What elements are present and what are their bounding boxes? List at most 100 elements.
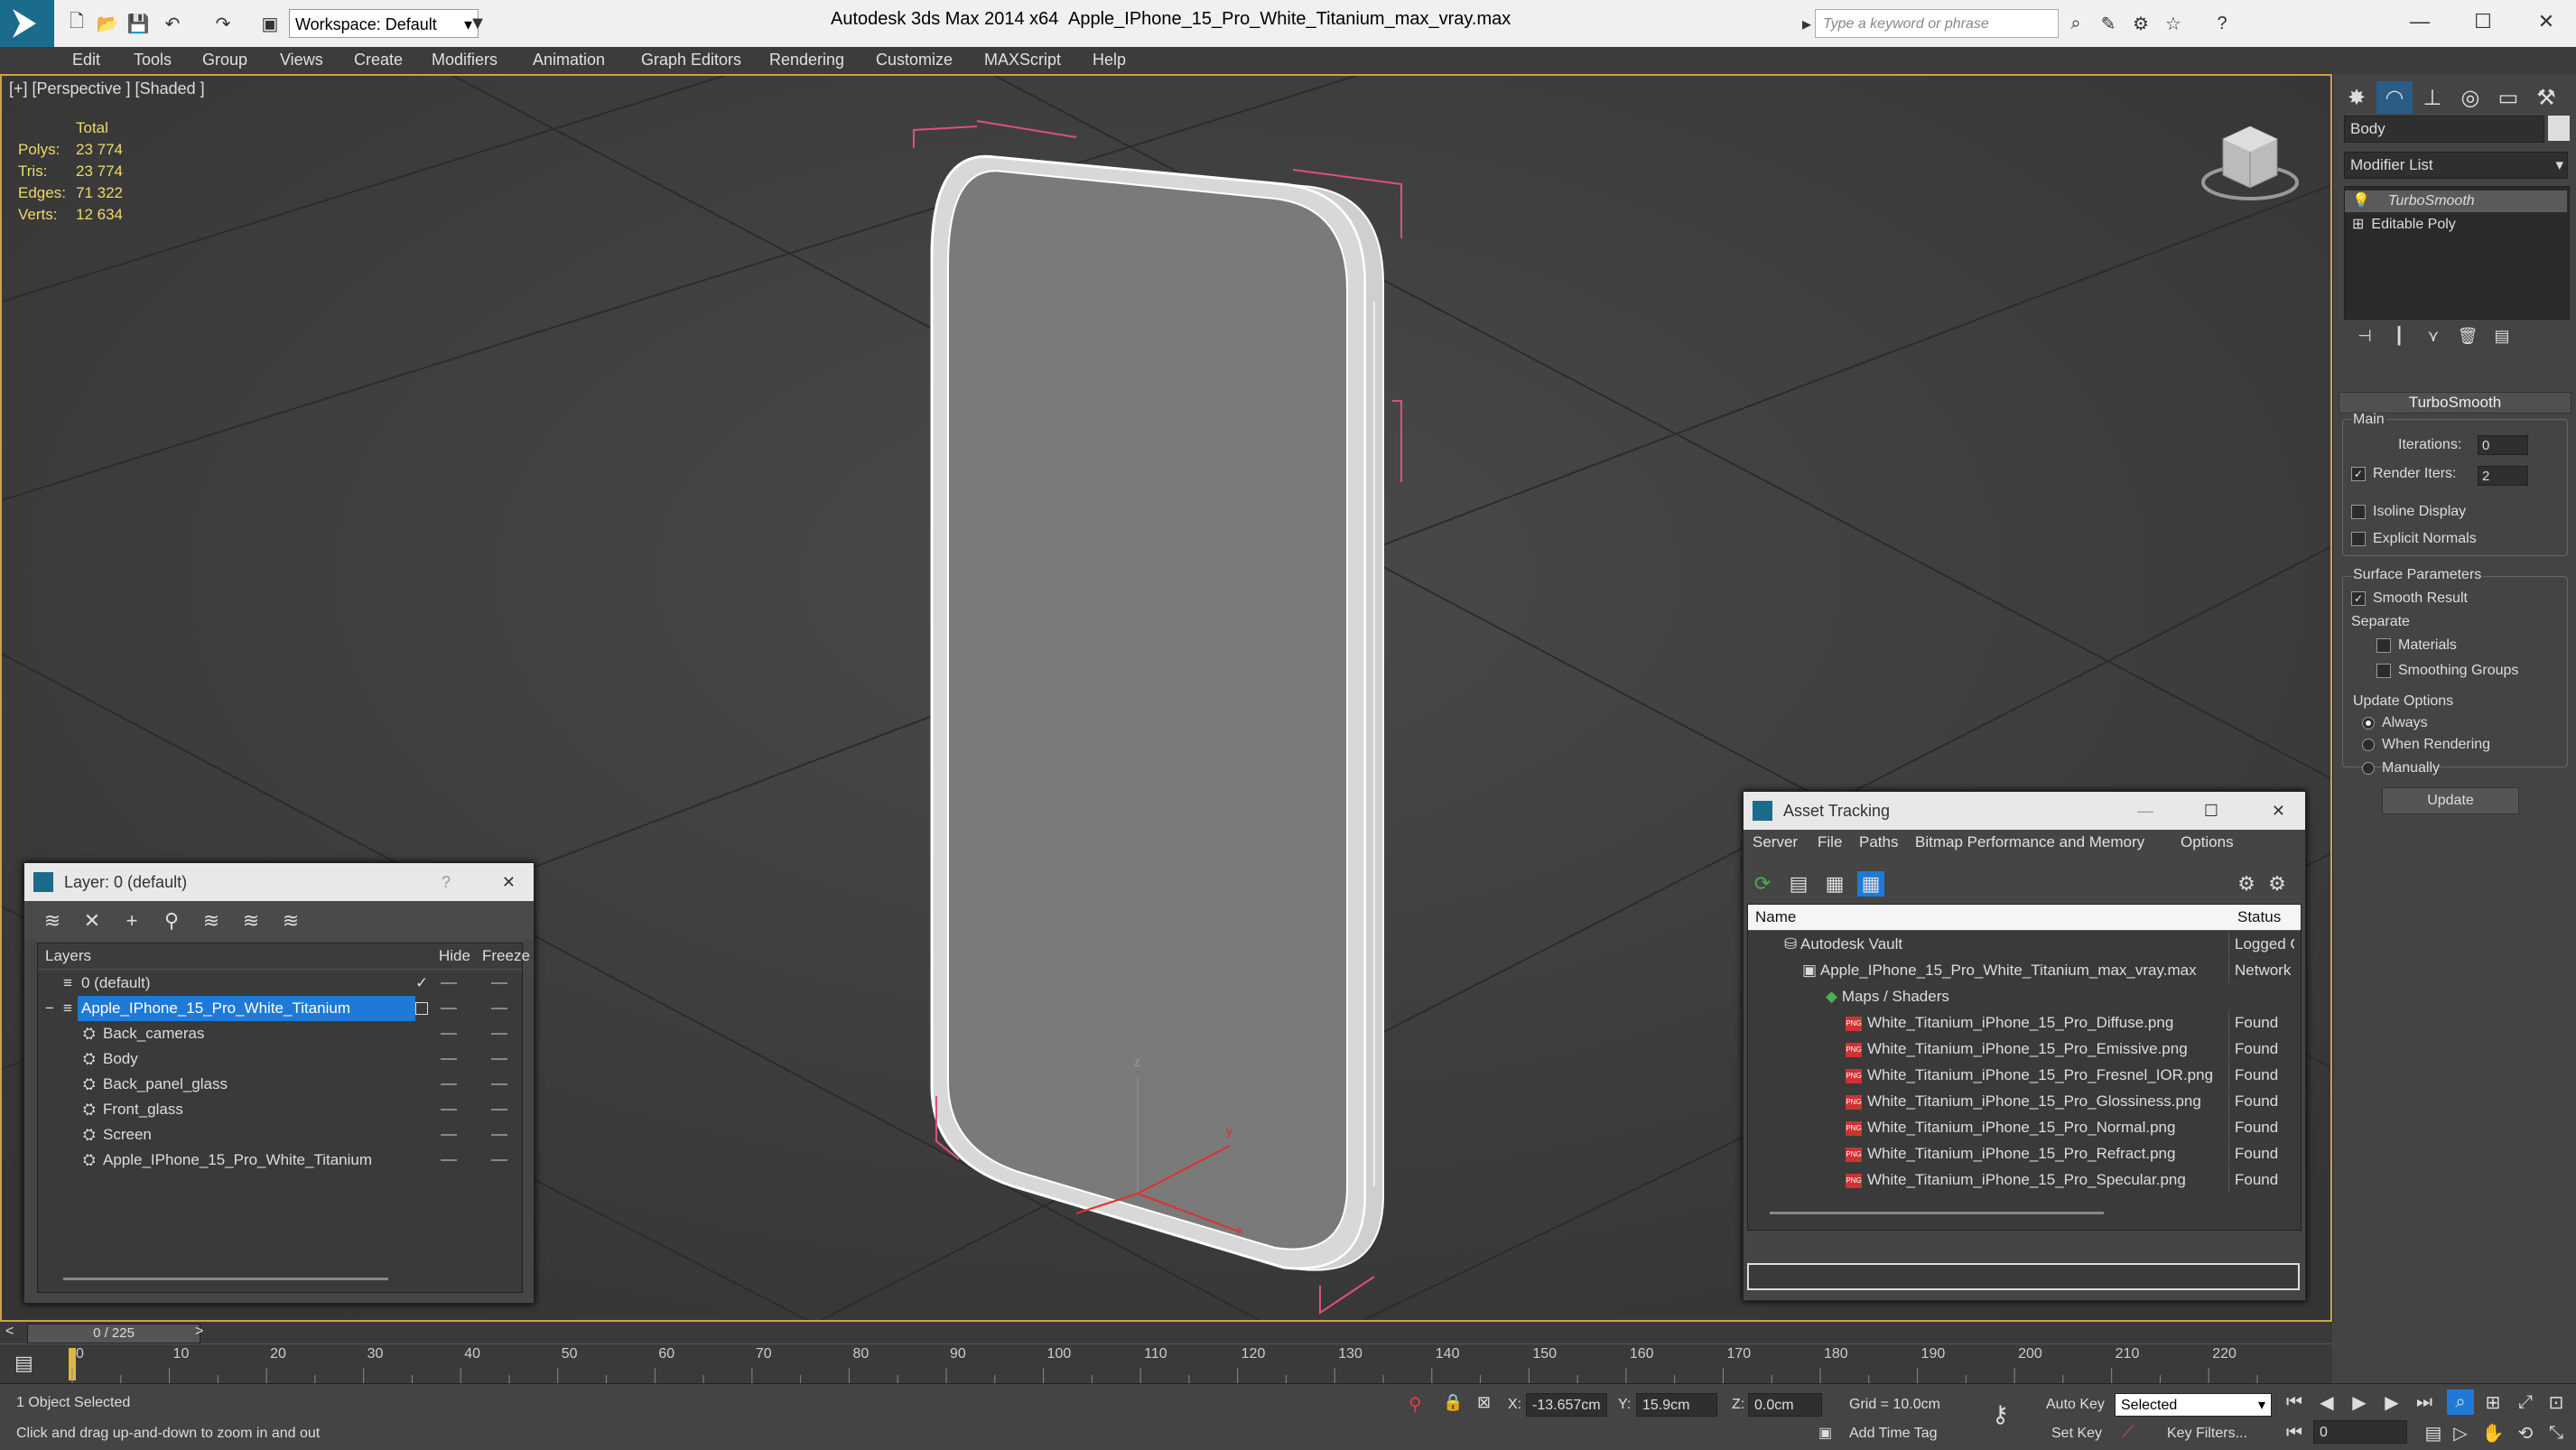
col-name[interactable]: Name: [1755, 905, 1796, 930]
tree-view-icon[interactable]: ▦: [1821, 871, 1848, 897]
favorites-star-icon[interactable]: ☆: [2162, 12, 2185, 35]
materials-row[interactable]: Materials: [2376, 637, 2457, 654]
key-filters-button[interactable]: Key Filters...: [2167, 1426, 2247, 1442]
track-bar[interactable]: ▤ 0 10 20 30 40 50 60 70 80 90 100 110 120 130 140 150 1…: [0, 1343, 2332, 1384]
freeze-toggle[interactable]: [491, 1159, 507, 1161]
hide-toggle[interactable]: [441, 1008, 457, 1009]
explicit-normals-checkbox[interactable]: [2351, 531, 2366, 546]
col-status[interactable]: Status: [2237, 905, 2281, 930]
show-end-result-icon[interactable]: ┃: [2385, 323, 2413, 349]
smooth-result-checkbox[interactable]: ✓: [2351, 590, 2366, 606]
highlight-layer-icon[interactable]: ≋: [198, 908, 225, 934]
asset-path-field[interactable]: [1747, 1263, 2300, 1290]
horizontal-scrollbar[interactable]: [1770, 1212, 2104, 1214]
smoothing-groups-checkbox[interactable]: [2376, 663, 2391, 678]
freeze-toggle[interactable]: [491, 1083, 507, 1085]
help-icon[interactable]: ?: [442, 863, 451, 901]
layer-row[interactable]: ⛭ Screen: [38, 1122, 525, 1148]
freeze-toggle[interactable]: [491, 1033, 507, 1035]
freeze-toggle[interactable]: [491, 1134, 507, 1136]
materials-checkbox[interactable]: [2376, 637, 2391, 653]
stack-item-editable-poly[interactable]: ⊞ Editable Poly: [2345, 214, 2567, 236]
modify-tab-icon[interactable]: ◠: [2376, 81, 2413, 114]
hide-toggle[interactable]: [441, 1033, 457, 1035]
go-to-end-icon[interactable]: ⏭: [2411, 1390, 2438, 1415]
menu-edit[interactable]: Edit: [72, 51, 100, 70]
expand-icon[interactable]: ⊞: [2352, 217, 2364, 232]
update-button[interactable]: Update: [2382, 787, 2519, 814]
binoculars-icon[interactable]: ⌕: [2064, 12, 2088, 35]
open-file-icon[interactable]: 📂: [96, 12, 119, 35]
isoline-display-checkbox[interactable]: [2351, 504, 2366, 519]
maximize-icon[interactable]: ☐: [2456, 5, 2510, 38]
smooth-result-row[interactable]: ✓ Smooth Result: [2351, 590, 2468, 607]
isolate-icon[interactable]: ⚲: [1409, 1393, 1422, 1416]
at-menu-paths[interactable]: Paths: [1859, 833, 1898, 851]
undo-icon[interactable]: ↶: [161, 12, 184, 35]
layer-row[interactable]: ⛭ Back_cameras: [38, 1021, 525, 1046]
create-tab-icon[interactable]: ✸: [2339, 81, 2375, 114]
at-menu-server[interactable]: Server: [1753, 833, 1798, 851]
menu-modifiers[interactable]: Modifiers: [432, 51, 498, 70]
y-coordinate-field[interactable]: 15.9cm: [1636, 1393, 1717, 1417]
highlight-editable-icon[interactable]: ⚙: [2264, 871, 2291, 897]
asset-row[interactable]: PNG White_Titanium_iPhone_15_Pro_Emissive…: [1748, 1036, 2294, 1063]
table-view-icon[interactable]: ▦: [1857, 871, 1884, 897]
x-coordinate-field[interactable]: -13.657cm: [1526, 1393, 1607, 1417]
render-iters-row[interactable]: ✓ Render Iters:: [2351, 466, 2456, 482]
chevron-down-icon[interactable]: ▼: [466, 12, 489, 35]
communication-center-icon[interactable]: ✎: [2097, 12, 2120, 35]
set-key-icon[interactable]: ⟋: [2122, 1422, 2134, 1443]
when-rendering-row[interactable]: When Rendering: [2362, 737, 2490, 753]
time-slider-next[interactable]: >: [195, 1324, 203, 1340]
isoline-display-row[interactable]: Isoline Display: [2351, 504, 2466, 520]
layer-row[interactable]: ≡ 0 (default) ✓: [38, 971, 525, 996]
render-iters-checkbox[interactable]: ✓: [2351, 466, 2366, 481]
freeze-toggle[interactable]: [491, 1058, 507, 1060]
maximize-icon[interactable]: ☐: [2204, 792, 2218, 830]
hide-all-icon[interactable]: ≋: [237, 908, 265, 934]
redo-icon[interactable]: ↷: [211, 12, 235, 35]
asset-row[interactable]: PNG White_Titanium_iPhone_15_Pro_Specular…: [1748, 1167, 2294, 1194]
layer-row[interactable]: ⛭ Apple_IPhone_15_Pro_White_Titanium: [38, 1148, 525, 1173]
menu-maxscript[interactable]: MAXScript: [984, 51, 1061, 70]
at-menu-options[interactable]: Options: [2181, 833, 2234, 851]
hide-toggle[interactable]: [441, 1109, 457, 1111]
minimize-icon[interactable]: —: [2393, 5, 2447, 38]
lock-selection-icon[interactable]: 🔒: [1443, 1393, 1463, 1412]
menu-views[interactable]: Views: [280, 51, 323, 70]
save-file-icon[interactable]: 💾: [126, 12, 150, 35]
turbosmooth-rollout-header[interactable]: TurboSmooth: [2339, 392, 2571, 414]
time-slider[interactable]: < 0 / 225 >: [0, 1322, 2332, 1343]
menu-tools[interactable]: Tools: [134, 51, 172, 70]
set-current-checkbox[interactable]: [415, 1002, 428, 1015]
col-freeze[interactable]: Freeze: [482, 943, 530, 969]
play-icon[interactable]: ▶: [2346, 1390, 2373, 1415]
layer-row[interactable]: ⛭ Back_panel_glass: [38, 1072, 525, 1097]
at-menu-file[interactable]: File: [1818, 833, 1842, 851]
add-to-layer-icon[interactable]: +: [118, 908, 145, 934]
subscription-icon[interactable]: ⚙: [2129, 12, 2153, 35]
explicit-normals-row[interactable]: Explicit Normals: [2351, 531, 2477, 547]
close-icon[interactable]: ✕: [2272, 792, 2285, 830]
menu-help[interactable]: Help: [1093, 51, 1126, 70]
zoom-icon[interactable]: ⌕: [2447, 1390, 2474, 1415]
search-input[interactable]: Type a keyword or phrase: [1815, 9, 2059, 38]
zoom-extents-all-icon[interactable]: ⊡: [2543, 1390, 2570, 1415]
hierarchy-tab-icon[interactable]: ⊥: [2414, 81, 2450, 114]
asset-row[interactable]: PNG White_Titanium_iPhone_15_Pro_Refract.…: [1748, 1141, 2294, 1167]
asset-row[interactable]: ▣ Apple_IPhone_15_Pro_White_Titanium_max…: [1748, 958, 2294, 984]
motion-tab-icon[interactable]: ◎: [2452, 81, 2488, 114]
remove-missing-icon[interactable]: ⚙: [2233, 871, 2260, 897]
pin-stack-icon[interactable]: ⊣: [2351, 323, 2378, 349]
asset-row[interactable]: ⛁ Autodesk VaultLogged O: [1748, 932, 2294, 958]
modifier-list-dropdown[interactable]: Modifier List ▾: [2344, 152, 2568, 179]
time-slider-prev[interactable]: <: [5, 1324, 14, 1340]
hide-toggle[interactable]: [441, 1134, 457, 1136]
project-folder-icon[interactable]: ▣: [258, 12, 282, 35]
make-unique-icon[interactable]: ⋎: [2420, 323, 2447, 349]
go-to-start-icon[interactable]: ⏮: [2281, 1390, 2308, 1415]
app-logo-icon[interactable]: [0, 0, 54, 54]
layer-window-titlebar[interactable]: Layer: 0 (default) ? ✕: [24, 863, 534, 901]
add-time-tag[interactable]: Add Time Tag: [1849, 1426, 1938, 1442]
